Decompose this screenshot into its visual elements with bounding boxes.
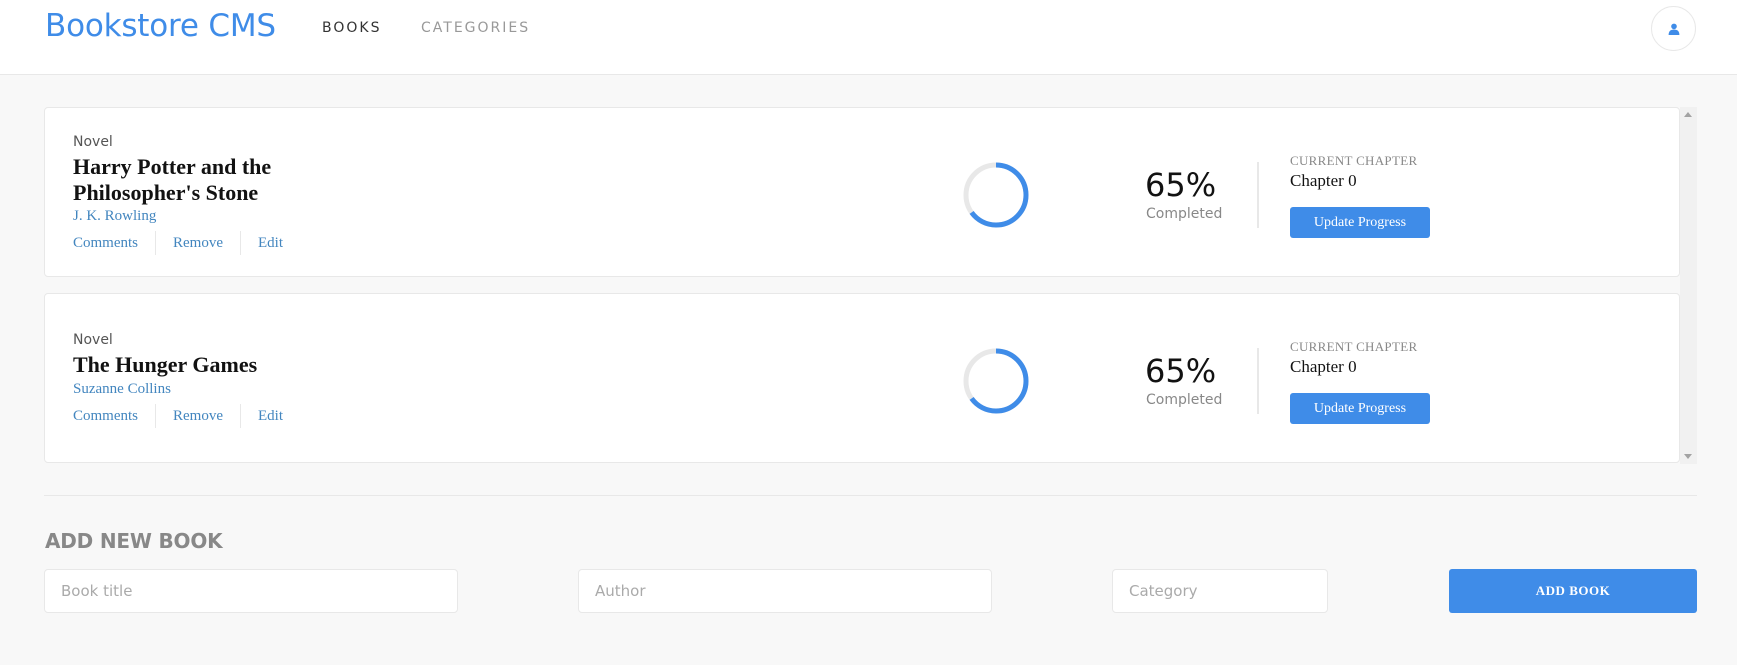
progress-ring (963, 162, 1029, 228)
book-list[interactable]: Novel Harry Potter and the Philosopher's… (44, 107, 1697, 464)
current-chapter: Chapter 0 (1290, 357, 1357, 376)
book-actions: Comments Remove Edit (73, 231, 283, 255)
progress-completed-label: Completed (1146, 392, 1223, 408)
remove-button[interactable]: Remove (173, 408, 223, 425)
book-card: Novel Harry Potter and the Philosopher's… (44, 107, 1680, 277)
book-category: Novel (73, 134, 113, 150)
progress-divider (1257, 162, 1259, 228)
progress-divider (1257, 348, 1259, 414)
section-divider (44, 495, 1697, 496)
update-progress-button[interactable]: Update Progress (1290, 393, 1430, 424)
comments-button[interactable]: Comments (73, 408, 138, 425)
book-category: Novel (73, 332, 113, 348)
app-logo[interactable]: Bookstore CMS (45, 8, 276, 44)
scroll-down-icon[interactable] (1684, 454, 1692, 459)
nav-books[interactable]: BOOKS (322, 20, 381, 36)
book-author: J. K. Rowling (73, 208, 157, 224)
action-divider (240, 404, 242, 428)
current-chapter-label: CURRENT CHAPTER (1290, 339, 1418, 354)
edit-button[interactable]: Edit (258, 235, 283, 252)
book-actions: Comments Remove Edit (73, 404, 283, 428)
update-progress-button[interactable]: Update Progress (1290, 207, 1430, 238)
action-divider (240, 231, 242, 255)
add-book-heading: ADD NEW BOOK (45, 529, 223, 553)
progress-ring (963, 348, 1029, 414)
progress-completed-label: Completed (1146, 206, 1223, 222)
scroll-up-icon[interactable] (1684, 112, 1692, 117)
edit-button[interactable]: Edit (258, 408, 283, 425)
header: Bookstore CMS BOOKS CATEGORIES (0, 0, 1737, 75)
book-title: The Hunger Games (73, 352, 258, 377)
book-title: Harry Potter and the Philosopher's Stone (73, 154, 272, 205)
progress-percent: 65% (1145, 166, 1217, 204)
current-chapter-label: CURRENT CHAPTER (1290, 153, 1418, 168)
book-list-scrollbar[interactable] (1680, 107, 1697, 464)
book-title-input[interactable] (44, 569, 458, 613)
book-card: Novel The Hunger Games Suzanne Collins C… (44, 293, 1680, 463)
comments-button[interactable]: Comments (73, 235, 138, 252)
user-button[interactable] (1651, 6, 1696, 51)
author-input[interactable] (578, 569, 992, 613)
action-divider (155, 404, 157, 428)
user-icon (1668, 23, 1679, 35)
remove-button[interactable]: Remove (173, 235, 223, 252)
category-input[interactable] (1112, 569, 1328, 613)
current-chapter: Chapter 0 (1290, 171, 1357, 190)
add-book-button[interactable]: ADD BOOK (1449, 569, 1697, 613)
nav-categories[interactable]: CATEGORIES (421, 20, 530, 36)
action-divider (155, 231, 157, 255)
book-author: Suzanne Collins (73, 381, 171, 397)
progress-percent: 65% (1145, 352, 1217, 390)
